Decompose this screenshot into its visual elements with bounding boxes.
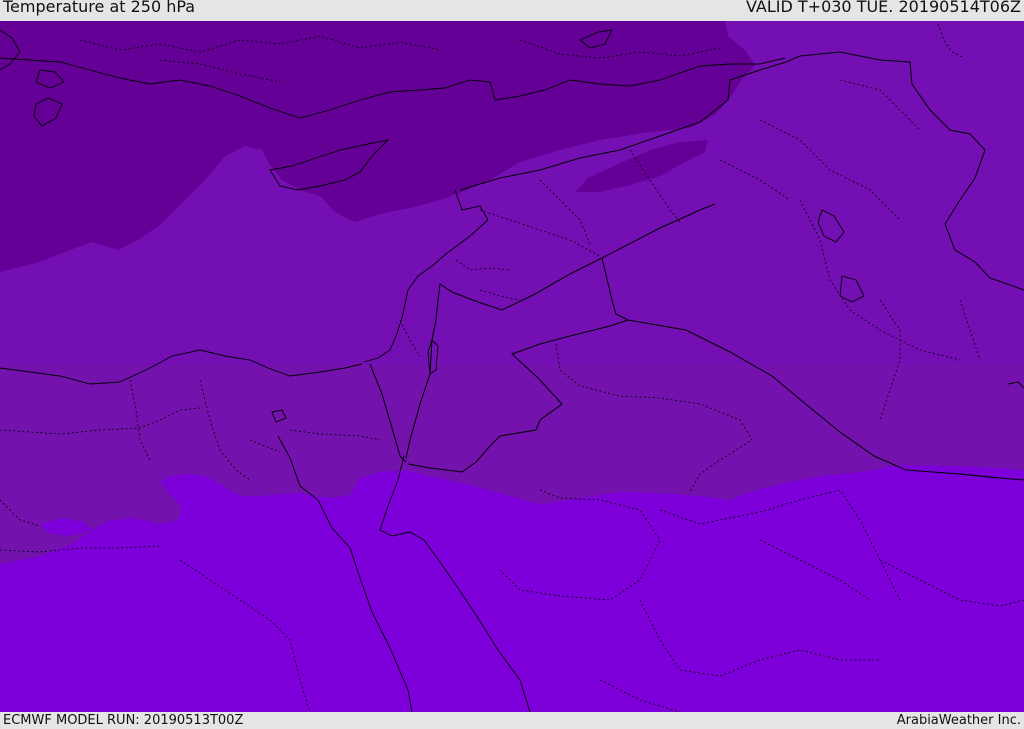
map-svg bbox=[0, 21, 1024, 712]
valid-time: VALID T+030 TUE. 20190514T06Z bbox=[745, 0, 1021, 16]
credit: ArabiaWeather Inc. bbox=[896, 713, 1021, 728]
map-title: Temperature at 250 hPa bbox=[3, 0, 196, 16]
map-canvas[interactable] bbox=[0, 21, 1024, 712]
footer-bar: ECMWF MODEL RUN: 20190513T00Z ArabiaWeat… bbox=[0, 712, 1024, 729]
header-bar: Temperature at 250 hPa VALID T+030 TUE. … bbox=[0, 0, 1024, 21]
model-run: ECMWF MODEL RUN: 20190513T00Z bbox=[3, 713, 244, 728]
